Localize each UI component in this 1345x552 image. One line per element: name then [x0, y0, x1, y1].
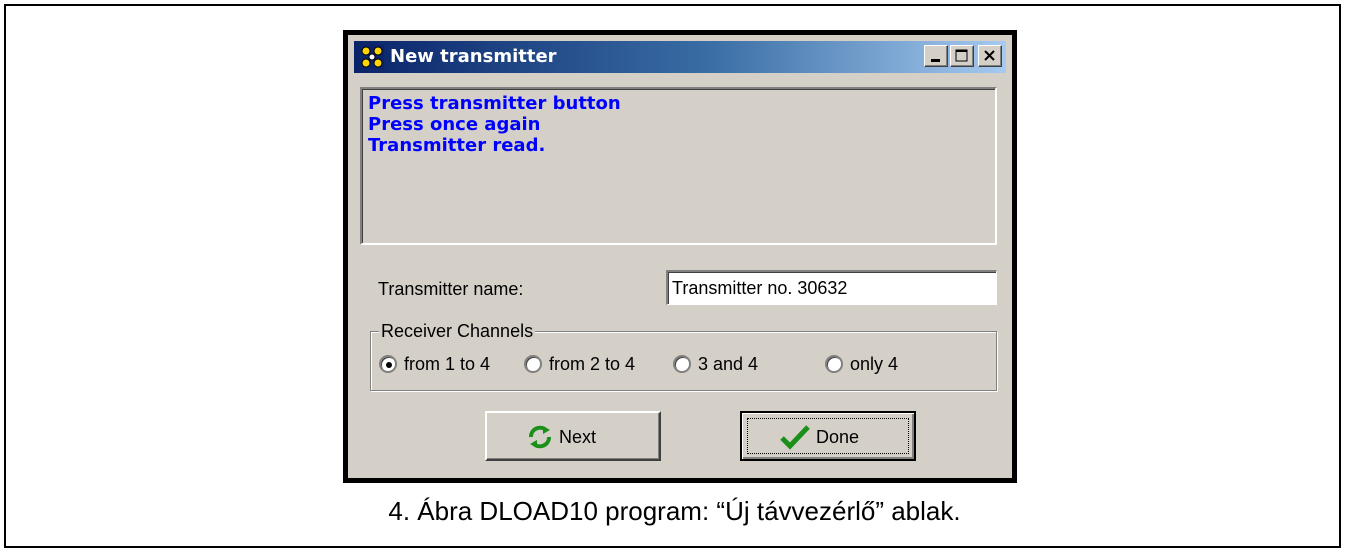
radio-button-icon [673, 355, 691, 373]
close-icon [984, 50, 995, 61]
status-message-line: Press transmitter button [368, 93, 621, 114]
status-message-box: Press transmitter button Press once agai… [360, 87, 997, 245]
radio-label: 3 and 4 [698, 354, 759, 374]
app-icon [360, 45, 384, 69]
status-message-line: Transmitter read. [368, 135, 546, 156]
radio-label: from 2 to 4 [549, 354, 636, 374]
receiver-channels-group: Receiver Channels from 1 to 4 from 2 to … [370, 320, 997, 391]
radio-only-4[interactable]: only 4 [825, 352, 925, 376]
close-button[interactable] [978, 45, 1002, 67]
transmitter-name-field[interactable]: Transmitter no. 30632 [666, 270, 997, 305]
transmitter-name-label: Transmitter name: [378, 279, 524, 299]
radio-3-and-4[interactable]: 3 and 4 [673, 352, 793, 376]
radio-from-2-to-4[interactable]: from 2 to 4 [524, 352, 664, 376]
radio-label: from 1 to 4 [404, 354, 491, 374]
refresh-icon [529, 425, 551, 449]
figure-frame: New transmitter Press transmitter button… [4, 4, 1341, 548]
title-bar[interactable]: New transmitter [354, 41, 1006, 73]
done-button[interactable]: Done [740, 411, 916, 461]
radio-label: only 4 [850, 354, 899, 374]
radio-button-icon [825, 355, 843, 373]
figure-caption: 4. Ábra DLOAD10 program: “Új távvezérlő”… [388, 496, 961, 526]
radio-button-icon [379, 355, 397, 373]
checkmark-icon [780, 425, 810, 450]
minimize-button[interactable] [924, 45, 948, 67]
next-button-label: Next [559, 427, 597, 447]
maximize-button[interactable] [950, 45, 974, 67]
window-title: New transmitter [390, 46, 557, 67]
next-button[interactable]: Next [485, 411, 661, 461]
minimize-icon [931, 59, 940, 62]
receiver-channels-legend: Receiver Channels [379, 320, 536, 342]
status-message-line: Press once again [368, 114, 541, 135]
new-transmitter-dialog: New transmitter Press transmitter button… [343, 30, 1017, 483]
radio-from-1-to-4[interactable]: from 1 to 4 [379, 352, 519, 376]
maximize-icon [955, 49, 968, 62]
done-button-label: Done [816, 427, 860, 447]
radio-button-icon [524, 355, 542, 373]
radio-selected-dot [386, 362, 392, 368]
